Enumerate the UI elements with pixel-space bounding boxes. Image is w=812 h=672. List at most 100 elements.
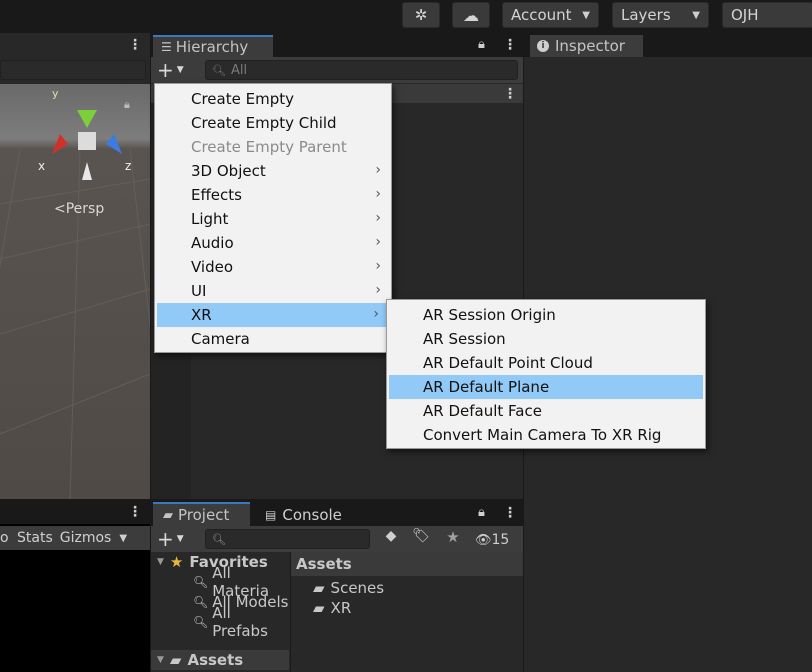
- gizmo-z-label: z: [125, 159, 132, 173]
- menu-item-label: Create Empty Child: [191, 114, 337, 132]
- create-menu: Create Empty Create Empty Child Create E…: [154, 83, 392, 353]
- menu-item-ui[interactable]: UI ›: [155, 279, 391, 303]
- layout-dropdown[interactable]: OJH: [722, 2, 812, 28]
- scene-search-input[interactable]: [0, 60, 146, 80]
- plus-icon: +: [157, 527, 174, 551]
- search-placeholder: All: [230, 62, 248, 78]
- chevron-down-icon: ▼: [176, 534, 184, 544]
- hidden-packages-toggle[interactable]: 👁︎ 15: [475, 529, 509, 551]
- project-create-button[interactable]: + ▼: [157, 528, 193, 550]
- search-icon: 🔍︎: [212, 532, 226, 546]
- more-options-icon[interactable]: ⋮: [128, 505, 142, 519]
- asset-folder-row[interactable]: ▰ XR: [313, 598, 351, 618]
- menu-item-xr[interactable]: XR ›: [157, 303, 389, 327]
- hierarchy-tab-label: Hierarchy: [175, 38, 249, 56]
- expand-arrow-icon: ▼: [157, 557, 164, 567]
- more-options-icon[interactable]: ⋮: [128, 38, 142, 52]
- menu-item-convert-main-camera[interactable]: Convert Main Camera To XR Rig: [387, 423, 705, 447]
- menu-item-camera[interactable]: Camera: [155, 327, 391, 351]
- menu-item-effects[interactable]: Effects ›: [155, 183, 391, 207]
- favorite-item[interactable]: 🔍︎ All Materia: [193, 564, 289, 600]
- persp-toggle[interactable]: <Persp: [54, 201, 104, 217]
- plus-icon: +: [157, 58, 174, 82]
- project-folder-tree: ▼ ★ Favorites 🔍︎ All Materia 🔍︎ All Mode…: [151, 552, 289, 672]
- menu-item-label: AR Default Plane: [423, 378, 550, 396]
- project-tab-label: Project: [178, 506, 230, 524]
- chevron-right-icon: ›: [375, 258, 381, 274]
- account-dropdown[interactable]: Account ▼: [502, 2, 599, 28]
- menu-item-3d-object[interactable]: 3D Object ›: [155, 159, 391, 183]
- menu-item-label: UI: [191, 282, 207, 300]
- create-button[interactable]: + ▼: [157, 59, 193, 81]
- project-panel: ▰ Project ▤ Console 🔒︎ ⋮ + ▼ 🔍︎ ◆ 🏷︎ ★ 👁…: [151, 500, 523, 672]
- collab-button[interactable]: ✲: [402, 2, 440, 28]
- filter-by-label-button[interactable]: 🏷︎: [407, 528, 435, 550]
- gizmo-neg-y-cone[interactable]: [82, 162, 92, 180]
- favorite-item[interactable]: 🔍︎ All Prefabs: [193, 604, 289, 640]
- filter-by-type-button[interactable]: ◆: [377, 528, 405, 550]
- favorites-filter-button[interactable]: ★: [439, 528, 467, 550]
- gizmo-z-cone[interactable]: [106, 134, 122, 154]
- menu-item-create-empty[interactable]: Create Empty: [155, 87, 391, 111]
- persp-label: Persp: [65, 201, 105, 217]
- menu-item-create-empty-child[interactable]: Create Empty Child: [155, 111, 391, 135]
- lock-icon[interactable]: 🔒︎: [478, 505, 485, 520]
- collab-icon: ✲: [414, 6, 428, 24]
- folder-icon: ▰: [313, 599, 325, 617]
- folder-open-icon: ▰: [169, 651, 182, 669]
- gizmos-button[interactable]: Gizmos: [60, 530, 112, 546]
- gizmo-y-cone[interactable]: [77, 110, 97, 128]
- gizmo-y-label: y: [52, 87, 59, 100]
- menu-item-ar-default-plane[interactable]: AR Default Plane: [389, 375, 703, 399]
- star-icon: ★: [169, 553, 184, 571]
- stats-button[interactable]: Stats: [17, 530, 53, 546]
- chevron-right-icon: ›: [375, 186, 381, 202]
- hierarchy-search-input[interactable]: 🔍︎ All: [205, 60, 518, 80]
- menu-item-label: AR Default Point Cloud: [423, 354, 593, 372]
- gizmo-x-cone[interactable]: [52, 134, 68, 154]
- assets-root-row[interactable]: ▼ ▰ Assets: [151, 650, 289, 670]
- chevron-down-icon[interactable]: ▼: [119, 533, 127, 544]
- menu-item-create-empty-parent: Create Empty Parent: [155, 135, 391, 159]
- menu-item-ar-session[interactable]: AR Session: [387, 327, 705, 351]
- lock-icon[interactable]: 🔒︎: [478, 37, 485, 52]
- game-tabbar: ⋮: [0, 500, 150, 524]
- search-icon: 🔍︎: [212, 63, 226, 77]
- project-search-input[interactable]: 🔍︎: [205, 529, 370, 549]
- more-options-icon[interactable]: ⋮: [503, 87, 517, 101]
- menu-item-label: Convert Main Camera To XR Rig: [423, 426, 662, 444]
- menu-item-video[interactable]: Video ›: [155, 255, 391, 279]
- menu-item-audio[interactable]: Audio ›: [155, 231, 391, 255]
- menu-item-light[interactable]: Light ›: [155, 207, 391, 231]
- gizmo-center-cube[interactable]: [78, 132, 96, 150]
- assets-header-label[interactable]: Assets: [296, 555, 352, 573]
- scene-viewport[interactable]: y x z 🔒︎ <Persp: [0, 84, 150, 499]
- menu-item-label: XR: [191, 306, 212, 324]
- more-options-icon[interactable]: ⋮: [503, 38, 517, 52]
- chevron-right-icon: ›: [375, 210, 381, 226]
- tab-project[interactable]: ▰ Project: [153, 502, 250, 526]
- asset-folder-row[interactable]: ▰ Scenes: [313, 578, 384, 598]
- menu-item-label: AR Session: [423, 330, 506, 348]
- inspector-tab-label: Inspector: [555, 37, 625, 55]
- menu-item-ar-default-point-cloud[interactable]: AR Default Point Cloud: [387, 351, 705, 375]
- main-toolbar: ✲ ☁ Account ▼ Layers ▼ OJH: [0, 0, 812, 32]
- partial-button[interactable]: o: [0, 530, 9, 546]
- lock-icon[interactable]: 🔒︎: [124, 98, 130, 112]
- tab-console[interactable]: ▤ Console: [255, 504, 342, 526]
- layers-dropdown[interactable]: Layers ▼: [612, 2, 709, 28]
- hidden-count: 15: [491, 532, 510, 548]
- scene-panel: ⋮ y x z 🔒︎ <Persp: [0, 33, 150, 499]
- tag-icon: 🏷︎: [412, 528, 430, 544]
- tab-inspector[interactable]: i Inspector: [530, 35, 643, 57]
- assets-root-label: Assets: [187, 651, 244, 669]
- menu-item-ar-default-face[interactable]: AR Default Face: [387, 399, 705, 423]
- cloud-button[interactable]: ☁: [452, 2, 490, 28]
- chevron-right-icon: ›: [375, 234, 381, 250]
- menu-item-ar-session-origin[interactable]: AR Session Origin: [387, 303, 705, 327]
- menu-item-label: AR Default Face: [423, 402, 542, 420]
- tab-hierarchy[interactable]: ☰ Hierarchy: [153, 35, 273, 57]
- folder-icon: ▰: [313, 579, 325, 597]
- more-options-icon[interactable]: ⋮: [503, 506, 517, 520]
- chevron-down-icon: ▼: [692, 9, 700, 21]
